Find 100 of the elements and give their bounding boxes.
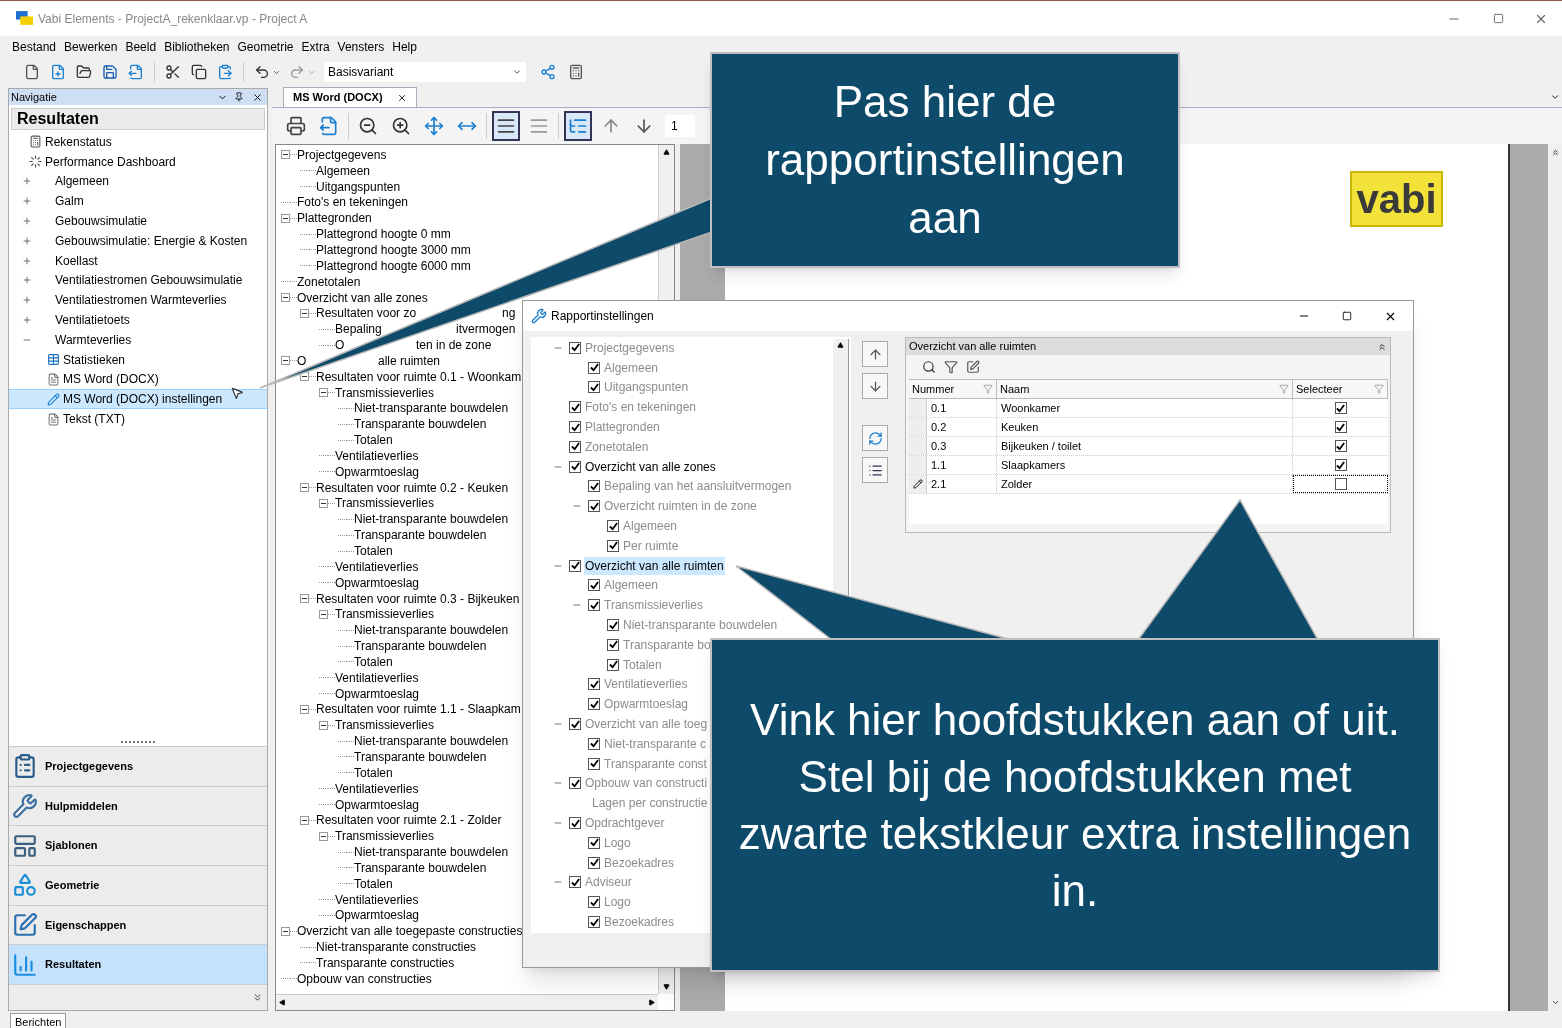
chapter-label[interactable]: Foto's en tekeningen	[584, 398, 698, 417]
chapter-label[interactable]: Lagen per constructie	[591, 794, 709, 813]
column-header[interactable]: Nummer	[909, 380, 997, 398]
checkbox[interactable]	[1334, 478, 1347, 490]
collapse-icon[interactable]	[300, 704, 309, 714]
nav-tree-item[interactable]: Algemeen	[9, 171, 267, 192]
expand-icon[interactable]	[21, 196, 33, 207]
checkbox[interactable]	[1334, 421, 1347, 433]
list-button[interactable]	[862, 457, 888, 483]
undo-icon[interactable]	[254, 64, 270, 80]
nav-tree-item[interactable]: Ventilatiestromen Gebouwsimulatie	[9, 270, 267, 291]
outline-item[interactable]: Ventilatieverlies	[335, 779, 419, 798]
chapter-label[interactable]: Ventilatieverlies	[603, 675, 689, 694]
checkbox[interactable]	[569, 876, 581, 889]
chapter-label[interactable]: Per ruimte	[622, 536, 680, 555]
outline-item[interactable]: Niet-transparante bouwdelen	[354, 510, 509, 529]
collapse-icon[interactable]	[300, 815, 309, 825]
checkbox[interactable]	[588, 896, 600, 909]
outline-item[interactable]: Transmissieverlies	[335, 383, 434, 402]
outline-item[interactable]: Totalen	[354, 542, 393, 560]
menu-item[interactable]: Bewerken	[60, 37, 122, 56]
cut-icon[interactable]	[165, 64, 181, 80]
checkbox[interactable]	[569, 440, 581, 453]
checkbox[interactable]	[569, 817, 581, 829]
checkbox[interactable]	[588, 381, 600, 394]
nav-section-button[interactable]: Sjablonen	[9, 825, 267, 865]
checkbox[interactable]	[588, 757, 600, 770]
outline-item[interactable]: Zonetotalen	[297, 272, 361, 291]
page-view-button[interactable]	[492, 111, 520, 141]
chapter-label[interactable]: Projectgegevens	[584, 338, 676, 357]
menu-item[interactable]: Bibliotheken	[160, 37, 234, 56]
outline-item[interactable]: Totalen	[354, 874, 393, 893]
column-header[interactable]: Naam	[997, 380, 1293, 398]
outline-item[interactable]: Niet-transparante bouwdelen	[354, 732, 509, 751]
outline-item[interactable]: Projectgegevens	[297, 145, 387, 164]
outline-item[interactable]: Ventilatieverlies	[335, 890, 419, 909]
outline-item[interactable]: Overzicht van alle zones	[297, 288, 428, 307]
chapter-label[interactable]: Overzicht van alle ruimten	[584, 556, 725, 575]
expand-icon[interactable]	[21, 275, 33, 286]
outline-item[interactable]: Transmissieverlies	[335, 716, 434, 735]
chapter-label[interactable]: Opbouw van constructi	[584, 774, 709, 793]
checkbox[interactable]	[569, 421, 581, 434]
checkbox[interactable]	[607, 658, 619, 671]
checkbox[interactable]	[588, 579, 600, 592]
menu-item[interactable]: Vensters	[333, 37, 389, 56]
chapter-label[interactable]: Zonetotalen	[584, 437, 650, 456]
outline-item[interactable]: Niet-transparante bouwdelen	[354, 621, 509, 640]
checkbox[interactable]	[607, 539, 619, 552]
checkbox[interactable]	[588, 836, 600, 849]
document-tab[interactable]: MS Word (DOCX)	[283, 87, 417, 107]
outline-item[interactable]: Transparante bouwdelen	[354, 415, 487, 434]
chapter-label[interactable]: Overzicht van alle zones	[584, 457, 717, 476]
checkbox[interactable]	[607, 619, 619, 632]
nav-tree-item[interactable]: MS Word (DOCX)	[9, 369, 267, 390]
outline-item[interactable]: Opwarmtoeslag	[335, 462, 420, 481]
refresh-button[interactable]	[862, 425, 888, 451]
close-icon[interactable]	[397, 92, 407, 103]
chapter-label[interactable]: Plattegronden	[584, 418, 661, 437]
nav-section-button[interactable]: Hulpmiddelen	[9, 785, 267, 826]
checkbox[interactable]	[588, 678, 600, 691]
chapter-label[interactable]: Overzicht ruimten in de zone	[603, 497, 758, 516]
collapse-icon[interactable]	[300, 594, 309, 604]
outline-item[interactable]: Overzicht van alle toegepaste constructies	[297, 922, 523, 941]
outline-item[interactable]: Opwarmtoeslag	[335, 684, 420, 703]
menu-item[interactable]: Geometrie	[233, 37, 298, 56]
copy-icon[interactable]	[191, 64, 207, 80]
checkbox[interactable]	[569, 460, 581, 473]
scroll-up-icon[interactable]	[837, 342, 844, 349]
outline-item[interactable]: Totalen	[354, 763, 393, 782]
outline-item[interactable]: Niet-transparante bouwdelen	[354, 399, 509, 418]
outline-item[interactable]: Uitgangspunten	[316, 177, 401, 196]
scroll-down-icon[interactable]	[1550, 998, 1560, 1007]
close-icon[interactable]	[252, 91, 263, 103]
outline-item[interactable]: O	[335, 336, 345, 355]
maximize-icon[interactable]	[1342, 311, 1352, 321]
outline-item[interactable]: Resultaten voor ruimte 1.1 - Slaapkam	[316, 700, 521, 719]
nav-tree-item[interactable]: Tekst (TXT)	[9, 409, 267, 429]
outline-item[interactable]: Resultaten voor ruimte 0.3 - Bijkeuken	[316, 589, 520, 608]
scroll-right-icon[interactable]	[648, 999, 655, 1006]
collapse-icon[interactable]	[319, 831, 328, 841]
checkbox[interactable]	[588, 500, 600, 513]
nav-tree-item[interactable]: Statistieken	[9, 349, 267, 370]
menu-item[interactable]: Beeld	[121, 37, 161, 56]
chapter-label[interactable]: Algemeen	[603, 576, 660, 595]
collapse-icon[interactable]	[281, 926, 290, 936]
nav-tree-item[interactable]: Koellast	[9, 250, 267, 271]
outline-item[interactable]: Transmissieverlies	[335, 827, 434, 846]
nav-tree-item[interactable]: Ventilatiestromen Warmteverlies	[9, 290, 267, 311]
nav-tree-item[interactable]: Gebouwsimulatie	[9, 211, 267, 231]
checkbox[interactable]	[588, 599, 600, 612]
checkbox[interactable]	[569, 559, 581, 572]
checkbox[interactable]	[1334, 402, 1347, 414]
export-icon[interactable]	[966, 360, 980, 374]
chapter-label[interactable]: Adviseur	[584, 873, 633, 892]
outline-item[interactable]: O	[297, 351, 307, 370]
checkbox[interactable]	[588, 480, 600, 493]
chapter-label[interactable]: Opdrachtgever	[584, 814, 666, 832]
expand-icon[interactable]	[21, 216, 33, 227]
outline-item[interactable]: Plattegrond hoogte 6000 mm	[316, 256, 471, 275]
checkbox[interactable]	[569, 341, 581, 354]
